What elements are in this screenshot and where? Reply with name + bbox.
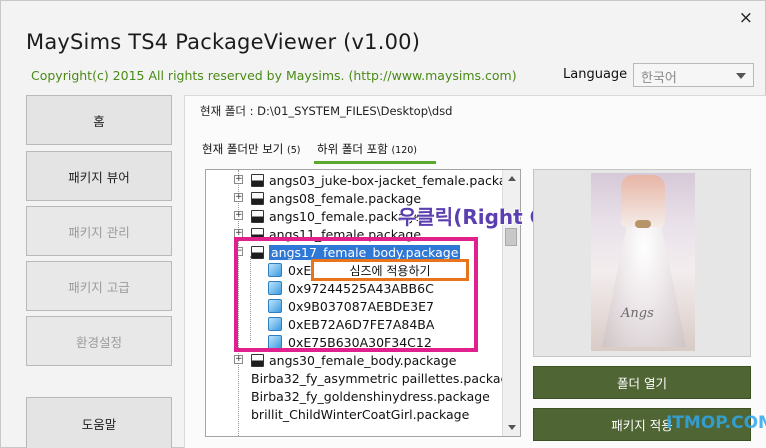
sidebar-settings-label: 환경설정 [75,334,122,350]
tree-child-label: 0x97244525A43ABB6C [288,280,434,296]
active-tab-indicator [314,161,436,164]
tab-include-subfolders[interactable]: 하위 폴더 포함 (120) [317,141,417,157]
dress-bow-shape [635,220,651,228]
tree-child-item[interactable]: 0xE75B630A30F34C12 [268,333,432,351]
language-selected: 한국어 [641,71,677,86]
tab-include-subfolders-count: (120) [391,145,417,156]
resource-cube-icon [268,335,282,349]
package-icon [251,209,264,223]
chevron-down-icon [736,73,746,79]
tree-item-label: angs30_female_body.package [269,352,457,368]
tree-item-label: Birba32_fy_goldenshinydress.package [251,388,490,404]
package-icon [251,227,264,241]
tab-current-only-count: (5) [287,145,301,156]
sidebar-package-viewer-button[interactable]: 패키지 뷰어 [26,151,172,201]
tab-include-subfolders-label: 하위 폴더 포함 [317,142,388,156]
sidebar-home-button[interactable]: 홈 [26,95,172,145]
sidebar-package-viewer-label: 패키지 뷰어 [68,169,130,185]
scroll-thumb[interactable] [505,228,517,246]
tree-item[interactable]: Birba32_fy_goldenshinydress.package [251,387,490,405]
resource-cube-icon [268,263,282,277]
package-icon [251,191,264,205]
tree-child-label: 0xEB72A6D7FE7A84BA [288,316,435,332]
tree-guide-line-child [250,256,251,342]
tree-item-label-selected: angs17_female_body.package [269,244,461,260]
tree-item[interactable]: + angs08_female.package [234,189,421,207]
tab-current-only-label: 현재 폴더만 보기 [202,142,284,156]
language-label: Language [563,67,628,82]
window-title: MaySims TS4 PackageViewer (v1.00) [26,30,421,54]
open-folder-label: 폴더 열기 [617,376,667,391]
expand-icon[interactable]: + [234,193,243,202]
current-folder-path: 현재 폴더 : D:\01_SYSTEM_FILES\Desktop\dsd [200,104,453,118]
sidebar-settings-button[interactable]: 환경설정 [26,316,172,366]
package-icon [251,353,264,367]
context-menu-apply-label: 심즈에 적용하기 [349,263,431,278]
preview-watermark: Angs [621,306,654,321]
sidebar-package-manage-label: 패키지 관리 [68,224,130,240]
resource-cube-icon [268,317,282,331]
expand-icon[interactable]: + [234,355,243,364]
tree-child-item[interactable]: 0xEB72A6D7FE7A84BA [268,315,434,333]
package-icon [251,173,264,187]
tree-item[interactable]: + angs30_female_body.package [234,351,456,369]
tab-current-only[interactable]: 현재 폴더만 보기 (5) [202,141,301,157]
tree-child-item[interactable]: 0x97244525A43ABB6C [268,279,434,297]
context-menu-apply-item[interactable]: 심즈에 적용하기 [311,259,469,281]
tree-item[interactable]: Birba32_fy_asymmetric paillettes.package [251,369,516,387]
resource-cube-icon [268,299,282,313]
tree-item[interactable]: + angs11_female.package [234,225,421,243]
expand-icon[interactable]: + [234,211,243,220]
sidebar-package-advanced-button[interactable]: 패키지 고급 [26,261,172,311]
expand-icon[interactable]: + [234,175,243,184]
language-select[interactable]: 한국어 [633,63,754,87]
sidebar-help-button[interactable]: 도움말 [26,397,172,448]
tree-item[interactable]: + angs10_female.package [234,207,421,225]
tree-item-label: brillit_ChildWinterCoatGirl.package [251,406,470,422]
resource-cube-icon [268,281,282,295]
package-icon [251,245,264,259]
site-watermark: ITMOP.COM [666,413,766,433]
sidebar-help-label: 도움말 [81,416,117,432]
sidebar-package-manage-button[interactable]: 패키지 관리 [26,206,172,256]
open-folder-button[interactable]: 폴더 열기 [533,366,751,399]
collapse-icon[interactable]: − [234,247,243,256]
tree-child-item[interactable]: 0x9B037087AEBDE3E7 [268,297,434,315]
tree-item[interactable]: + angs03_juke-box-jacket_female.package [234,171,521,189]
copyright-text: Copyright(c) 2015 All rights reserved by… [31,68,517,83]
tree-child-label: 0xE75B630A30F34C12 [288,334,432,350]
tree-item-label: Birba32_fy_asymmetric paillettes.package [251,370,517,386]
app-window: × MaySims TS4 PackageViewer (v1.00) Copy… [0,0,766,448]
expand-icon[interactable]: + [234,229,243,238]
sidebar-package-advanced-label: 패키지 고급 [68,279,130,295]
tree-item[interactable]: brillit_ChildWinterCoatGirl.package [251,405,469,423]
sidebar-home-label: 홈 [93,113,105,129]
tree-child-label: 0x9B037087AEBDE3E7 [288,298,434,314]
scroll-up-icon[interactable] [508,176,516,181]
tree-item-label: angs03_juke-box-jacket_female.package [269,172,521,188]
close-icon[interactable]: × [739,8,753,28]
package-apply-label: 패키지 적용 [611,418,673,433]
scroll-down-icon[interactable] [508,425,516,430]
